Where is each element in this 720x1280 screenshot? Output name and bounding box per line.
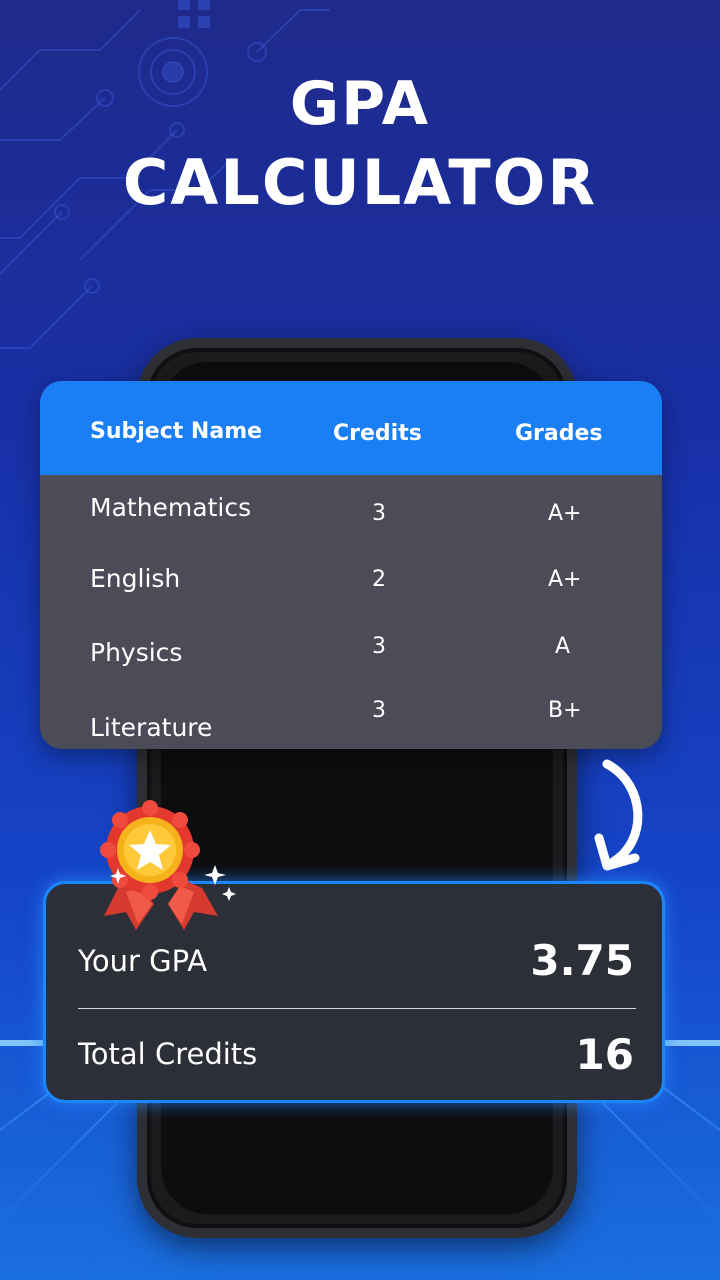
header-grades: Grades bbox=[515, 421, 603, 446]
grade-cell: A+ bbox=[548, 501, 582, 526]
divider bbox=[78, 1008, 636, 1009]
subject-cell: English bbox=[90, 564, 181, 593]
subject-cell: Physics bbox=[90, 638, 183, 667]
title-line-1: GPA bbox=[289, 69, 431, 139]
table-header: Subject Name Credits Grades bbox=[40, 381, 662, 475]
total-credits-value: 16 bbox=[575, 1030, 634, 1079]
gpa-value: 3.75 bbox=[530, 936, 634, 985]
credits-cell: 3 bbox=[372, 501, 386, 526]
gpa-label: Your GPA bbox=[78, 944, 208, 978]
subjects-table: Subject Name Credits Grades Mathematics … bbox=[40, 381, 662, 749]
total-credits-label: Total Credits bbox=[78, 1037, 258, 1071]
header-subject-name: Subject Name bbox=[90, 419, 263, 444]
credits-cell: 2 bbox=[372, 567, 386, 592]
header-credits: Credits bbox=[333, 421, 422, 446]
credits-cell: 3 bbox=[372, 634, 386, 659]
sparkle-icon bbox=[205, 865, 236, 901]
subject-cell: Mathematics bbox=[90, 493, 252, 522]
grade-cell: B+ bbox=[548, 698, 582, 723]
curved-arrow-down-icon bbox=[594, 759, 643, 871]
title-line-2: CALCULATOR bbox=[122, 146, 598, 219]
page-title: GPA CALCULATOR bbox=[0, 68, 720, 226]
grade-cell: A+ bbox=[548, 567, 582, 592]
grade-cell: A bbox=[555, 634, 571, 659]
sparkle-icon bbox=[110, 868, 126, 884]
credits-cell: 3 bbox=[372, 698, 386, 723]
subject-cell: Literature bbox=[90, 713, 213, 742]
